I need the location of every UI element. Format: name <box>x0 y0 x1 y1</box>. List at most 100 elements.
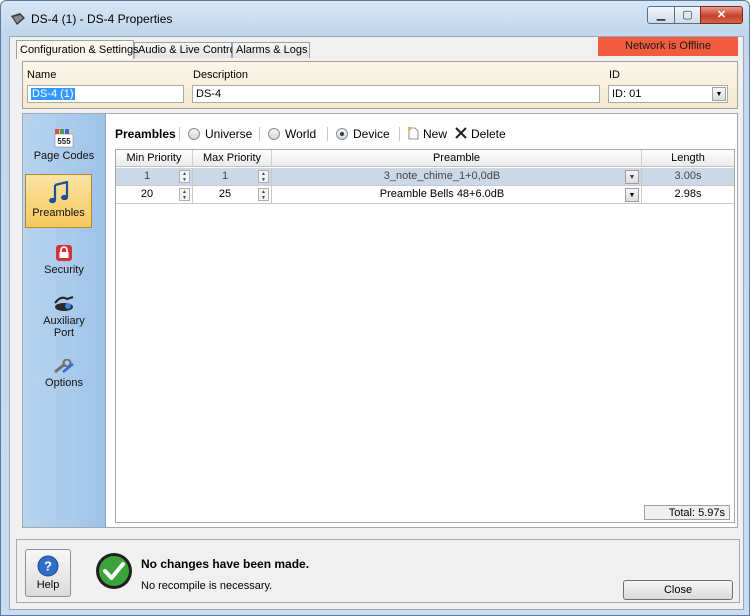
status-footer: ? Help No changes have been made. No rec… <box>16 539 740 603</box>
name-field[interactable]: DS-4 (1) <box>27 85 184 103</box>
sidebar-item-label: Options <box>45 377 83 389</box>
length-cell: 2.98s <box>642 186 734 204</box>
delete-x-icon <box>455 127 467 139</box>
sidebar-item-security[interactable]: Security <box>23 244 105 280</box>
chevron-down-icon[interactable]: ▼ <box>625 170 639 184</box>
chevron-down-icon[interactable]: ▼ <box>712 87 726 101</box>
radio-device[interactable]: Device <box>336 126 390 142</box>
max-priority-cell[interactable]: 1 ▲ ▼ <box>193 168 272 186</box>
help-button[interactable]: ? Help <box>25 549 71 597</box>
close-window-button[interactable]: ✕ <box>700 6 743 24</box>
preamble-value: 3_note_chime_1+0,0dB <box>383 170 501 182</box>
column-header-preamble[interactable]: Preamble <box>272 150 642 167</box>
toolbar-separator <box>259 127 260 141</box>
wrench-icon <box>54 359 74 374</box>
music-note-icon <box>48 181 68 204</box>
chevron-down-icon[interactable]: ▼ <box>625 188 639 202</box>
min-priority-cell[interactable]: 20 ▲ ▼ <box>116 186 193 204</box>
table-row[interactable]: 20 ▲ ▼ 25 ▲ ▼ Preamble Bells 48+6.0dB ▼ 2.… <box>116 186 734 204</box>
new-button[interactable]: New <box>407 126 447 142</box>
min-priority-value: 20 <box>140 188 154 200</box>
tab-audio-live-control[interactable]: Audio & Live Control <box>134 42 238 58</box>
sidebar-item-label: Auxiliary <box>43 315 85 327</box>
column-header-length[interactable]: Length <box>642 150 734 167</box>
radio-universe-label: Universe <box>205 127 253 141</box>
delete-button[interactable]: Delete <box>455 126 506 142</box>
status-message-subtitle: No recompile is necessary. <box>141 580 273 592</box>
max-priority-value: 1 <box>221 170 229 182</box>
auxiliary-port-icon <box>54 296 74 311</box>
main-panel: 555 Page Codes Preambles Security Auxili… <box>22 113 738 528</box>
title-bar[interactable]: DS-4 (1) - DS-4 Properties ▁ ▢ ✕ <box>1 1 749 35</box>
minimize-button[interactable]: ▁ <box>647 6 675 24</box>
new-document-icon <box>407 126 419 140</box>
radio-universe[interactable]: Universe <box>188 126 252 142</box>
sidebar-item-options[interactable]: Options <box>23 359 105 395</box>
radio-world[interactable]: World <box>268 126 316 142</box>
id-select[interactable]: ID: 01 ▼ <box>608 85 728 103</box>
help-button-label: Help <box>36 579 60 591</box>
sidebar-item-label: Preambles <box>32 207 85 219</box>
radio-icon <box>268 128 280 140</box>
max-priority-value: 25 <box>218 188 232 200</box>
spinner-icon[interactable]: ▲ ▼ <box>258 188 269 201</box>
checkmark-icon <box>96 553 132 589</box>
radio-device-label: Device <box>353 127 390 141</box>
preamble-cell[interactable]: Preamble Bells 48+6.0dB ▼ <box>272 186 642 204</box>
network-status-badge: Network is Offline <box>598 37 738 56</box>
sidebar: 555 Page Codes Preambles Security Auxili… <box>23 114 106 527</box>
preamble-value: Preamble Bells 48+6.0dB <box>379 188 505 200</box>
radio-selected-icon <box>336 128 348 140</box>
preambles-content: Preambles Universe World Device New Dele… <box>115 114 735 527</box>
close-button[interactable]: Close <box>623 580 733 600</box>
toolbar-title: Preambles <box>115 127 176 141</box>
id-label: ID <box>609 69 620 81</box>
length-cell: 3.00s <box>642 168 734 186</box>
name-value: DS-4 (1) <box>31 88 75 100</box>
new-button-label: New <box>423 127 448 141</box>
name-label: Name <box>27 69 57 81</box>
help-question-icon: ? <box>37 555 59 577</box>
spinner-icon[interactable]: ▲ ▼ <box>179 170 190 183</box>
preambles-table: Min Priority Max Priority Preamble Lengt… <box>115 149 735 523</box>
sidebar-item-label: Port <box>53 327 75 339</box>
status-message-title: No changes have been made. <box>141 557 310 571</box>
max-priority-cell[interactable]: 25 ▲ ▼ <box>193 186 272 204</box>
radio-world-label: World <box>285 127 317 141</box>
radio-icon <box>188 128 200 140</box>
maximize-button[interactable]: ▢ <box>674 6 701 24</box>
description-label: Description <box>193 69 249 81</box>
device-app-icon <box>11 13 25 25</box>
sidebar-item-label: Page Codes <box>33 150 95 162</box>
column-header-max-priority[interactable]: Max Priority <box>193 150 272 167</box>
client-area: Configuration & Settings Audio & Live Co… <box>9 36 744 610</box>
svg-text:?: ? <box>44 559 52 574</box>
sidebar-item-preambles[interactable]: Preambles <box>25 174 92 228</box>
window-title: DS-4 (1) - DS-4 Properties <box>31 12 173 26</box>
sidebar-item-auxiliary-port[interactable]: Auxiliary Port <box>23 293 105 345</box>
toolbar-separator <box>327 127 328 141</box>
preambles-toolbar: Preambles Universe World Device New Dele… <box>115 126 735 144</box>
properties-window: DS-4 (1) - DS-4 Properties ▁ ▢ ✕ Configu… <box>0 0 750 616</box>
toolbar-separator <box>399 127 400 141</box>
page-codes-icon: 555 <box>54 129 74 148</box>
description-field[interactable]: DS-4 <box>192 85 600 103</box>
sidebar-item-page-codes[interactable]: 555 Page Codes <box>23 128 105 174</box>
tab-alarms-logs[interactable]: Alarms & Logs <box>232 42 310 58</box>
min-priority-value: 1 <box>143 170 151 182</box>
svg-text:555: 555 <box>57 137 71 146</box>
total-length: Total: 5.97s <box>644 505 730 520</box>
identity-panel: Name DS-4 (1) Description DS-4 ID ID: 01… <box>22 61 738 109</box>
spinner-icon[interactable]: ▲ ▼ <box>179 188 190 201</box>
tab-configuration-settings[interactable]: Configuration & Settings <box>16 40 139 59</box>
lock-icon <box>56 245 72 261</box>
preamble-cell[interactable]: 3_note_chime_1+0,0dB ▼ <box>272 168 642 186</box>
table-row[interactable]: 1 ▲ ▼ 1 ▲ ▼ 3_note_chime_1+0,0dB ▼ 3.00s <box>116 168 734 186</box>
delete-button-label: Delete <box>471 127 506 141</box>
column-header-min-priority[interactable]: Min Priority <box>116 150 193 167</box>
min-priority-cell[interactable]: 1 ▲ ▼ <box>116 168 193 186</box>
sidebar-item-label: Security <box>44 264 84 276</box>
spinner-icon[interactable]: ▲ ▼ <box>258 170 269 183</box>
id-value: ID: 01 <box>612 88 642 100</box>
toolbar-separator <box>179 127 180 141</box>
